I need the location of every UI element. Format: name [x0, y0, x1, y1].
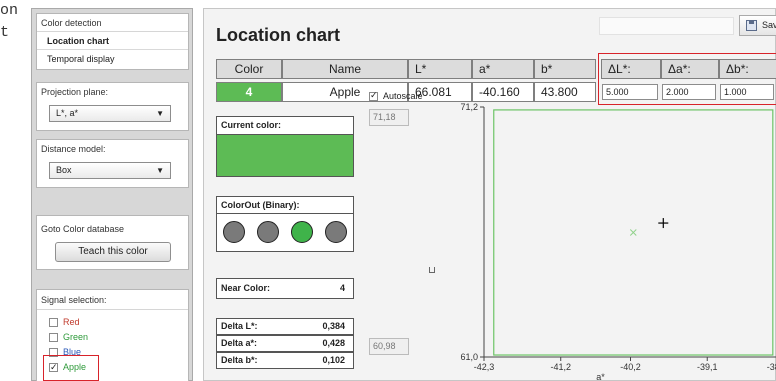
x-tick-label: -40,2	[620, 362, 641, 372]
delta-b-row: Delta b*: 0,102	[216, 352, 354, 369]
save-label: Save	[762, 20, 776, 30]
projection-value: L*, a*	[56, 108, 79, 118]
goto-group: Goto Color database Teach this color	[36, 215, 189, 270]
delta-b-value: 0,102	[322, 355, 345, 365]
signal-green-label: Green	[63, 332, 89, 342]
autoscale-min-field[interactable]: 60,98	[369, 338, 409, 355]
delta-a-row: Delta a*: 0,428	[216, 335, 354, 352]
delta-l-row: Delta L*: 0,384	[216, 318, 354, 335]
y-tick-label: 61,0	[460, 352, 478, 362]
distance-select[interactable]: Box ▼	[49, 162, 171, 179]
near-color-value: 4	[339, 283, 345, 293]
current-color-panel: Current color:	[216, 116, 354, 135]
signal-green[interactable]: Green	[49, 331, 88, 343]
near-color-label: Near Color:	[221, 283, 271, 293]
col-a: a*	[472, 59, 534, 79]
colorout-led-3	[291, 221, 313, 243]
delta-l-label: Delta L*:	[221, 321, 258, 331]
y-tick-label: 71,2	[460, 102, 478, 112]
distance-group: Distance model: Box ▼	[36, 139, 189, 188]
goto-header[interactable]: Goto Color database	[37, 216, 188, 234]
x-tick-label: -41,2	[550, 362, 571, 372]
nav-group: Color detection Location chart Temporal …	[36, 13, 189, 70]
delta-a-value: 0,428	[322, 338, 345, 348]
colorout-panel: ColorOut (Binary):	[216, 196, 354, 252]
cell-color: 4	[216, 82, 282, 102]
colorout-led-2	[257, 221, 279, 243]
x-axis-label: a*	[596, 372, 605, 381]
projection-group: Projection plane: L*, a* ▼	[36, 82, 189, 131]
location-chart: 71,261,0-42,3-41,2-40,2-39,1-38,1a*L	[460, 102, 776, 381]
colorout-led-1	[223, 221, 245, 243]
save-button[interactable]: Save	[739, 15, 776, 36]
projection-header: Projection plane:	[41, 87, 109, 97]
signal-red-label: Red	[63, 317, 80, 327]
x-tick-label: -42,3	[474, 362, 495, 372]
autoscale-toggle[interactable]: Autoscale	[369, 90, 423, 101]
x-tick-label: -38,1	[767, 362, 776, 372]
projection-select[interactable]: L*, a* ▼	[49, 105, 171, 122]
col-b: b*	[534, 59, 596, 79]
signals-header: Signal selection:	[37, 290, 188, 310]
col-l: L*	[408, 59, 472, 79]
current-color-label: Current color:	[221, 120, 282, 130]
edge-line-2: t	[0, 24, 10, 41]
edge-line-1: on	[0, 2, 19, 19]
col-color: Color	[216, 59, 282, 79]
sidebar: Color detection Location chart Temporal …	[31, 8, 193, 381]
nav-item-temporal-display[interactable]: Temporal display	[37, 50, 188, 68]
autoscale-checkbox[interactable]	[369, 90, 378, 101]
chevron-down-icon: ▼	[156, 166, 164, 175]
nav-item-location-chart[interactable]: Location chart	[37, 32, 188, 50]
colorout-label: ColorOut (Binary):	[217, 197, 353, 214]
delta-l-value: 0,384	[322, 321, 345, 331]
distance-value: Box	[56, 165, 72, 175]
delta-b-label: Delta b*:	[221, 355, 258, 365]
signal-red-checkbox[interactable]	[49, 317, 58, 327]
main-panel: Location chart Save Color Name L* a* b* …	[203, 8, 776, 381]
current-color-swatch	[216, 134, 354, 177]
col-name: Name	[282, 59, 408, 79]
nav-header: Color detection	[37, 14, 188, 32]
signal-green-checkbox[interactable]	[49, 332, 58, 342]
save-icon	[746, 20, 757, 31]
near-color-row: Near Color: 4	[216, 278, 354, 299]
top-strip	[599, 17, 734, 35]
signal-red[interactable]: Red	[49, 316, 80, 328]
distance-header: Distance model:	[41, 144, 106, 154]
signals-group: Signal selection: Red Green Blue Apple	[36, 289, 189, 381]
highlight-apple-signal	[43, 355, 99, 381]
chevron-down-icon: ▼	[156, 109, 164, 118]
delta-a-label: Delta a*:	[221, 338, 258, 348]
autoscale-max-field[interactable]: 71,18	[369, 109, 409, 126]
colorout-led-4	[325, 221, 347, 243]
teach-color-button[interactable]: Teach this color	[55, 242, 171, 262]
x-tick-label: -39,1	[697, 362, 718, 372]
autoscale-label: Autoscale	[383, 91, 423, 101]
left-edge-text: on t	[0, 0, 30, 44]
page-title: Location chart	[216, 25, 341, 45]
